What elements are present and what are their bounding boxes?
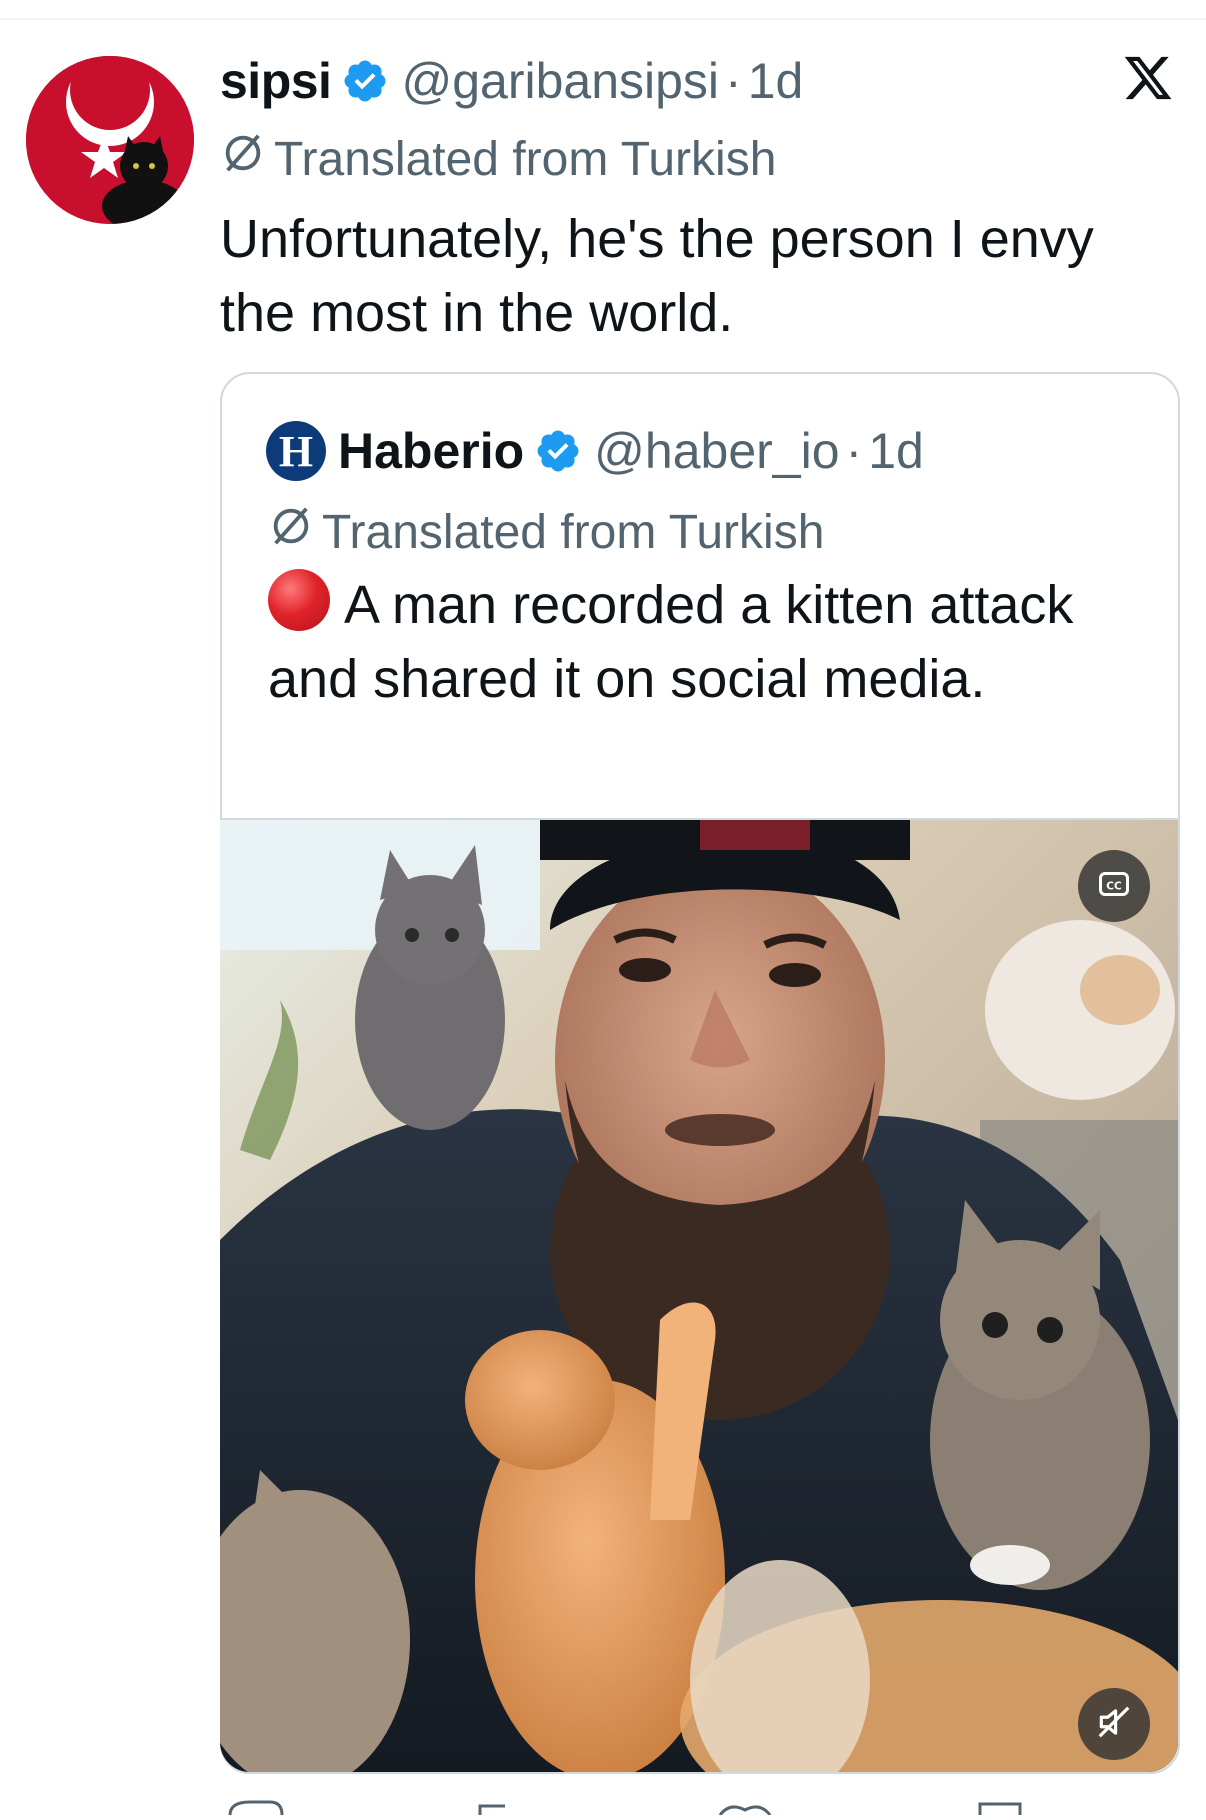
quoted-post-text-wrap: A man recorded a kitten attack and share… <box>268 568 1148 716</box>
translate-icon <box>220 130 266 188</box>
captions-button[interactable]: CC <box>1078 850 1150 922</box>
post-header: sipsi @garibansipsi · 1d <box>220 48 803 114</box>
separator-dot: · <box>725 53 742 109</box>
quoted-post-header: H Haberio @haber_io · 1d <box>266 418 924 484</box>
captions-icon: CC <box>1096 866 1132 907</box>
red-circle-emoji <box>268 569 330 631</box>
mute-button[interactable] <box>1078 1688 1150 1760</box>
svg-text:CC: CC <box>1106 880 1122 892</box>
post-actions-bar <box>220 1800 1180 1816</box>
quoted-post-text: A man recorded a kitten attack and share… <box>268 575 1074 709</box>
verified-badge-icon <box>341 57 389 105</box>
post-time[interactable]: 1d <box>748 52 804 110</box>
author-handle[interactable]: @garibansipsi <box>401 52 719 110</box>
mute-icon <box>1095 1703 1133 1746</box>
translated-label[interactable]: Translated from Turkish <box>220 132 776 186</box>
video-thumbnail[interactable] <box>220 818 1178 1772</box>
quoted-translated-label-text: Translated from Turkish <box>322 505 825 559</box>
quoted-author-name: Haberio <box>338 423 525 479</box>
quoted-post-time: 1d <box>868 423 924 479</box>
top-divider <box>0 18 1206 20</box>
translate-icon <box>268 503 314 561</box>
post-text: Unfortunately, he's the person I envy th… <box>220 209 1094 343</box>
author-name[interactable]: sipsi <box>220 52 332 110</box>
translated-label-text: Translated from Turkish <box>274 132 777 186</box>
author-avatar[interactable] <box>26 56 194 224</box>
separator-dot: · <box>845 423 863 479</box>
quoted-translated-label[interactable]: Translated from Turkish <box>268 503 825 561</box>
quoted-author-handle: @haber_io <box>594 423 840 479</box>
quoted-author-avatar: H <box>266 421 326 481</box>
x-logo-icon <box>1122 52 1174 104</box>
verified-badge-icon <box>534 427 582 475</box>
